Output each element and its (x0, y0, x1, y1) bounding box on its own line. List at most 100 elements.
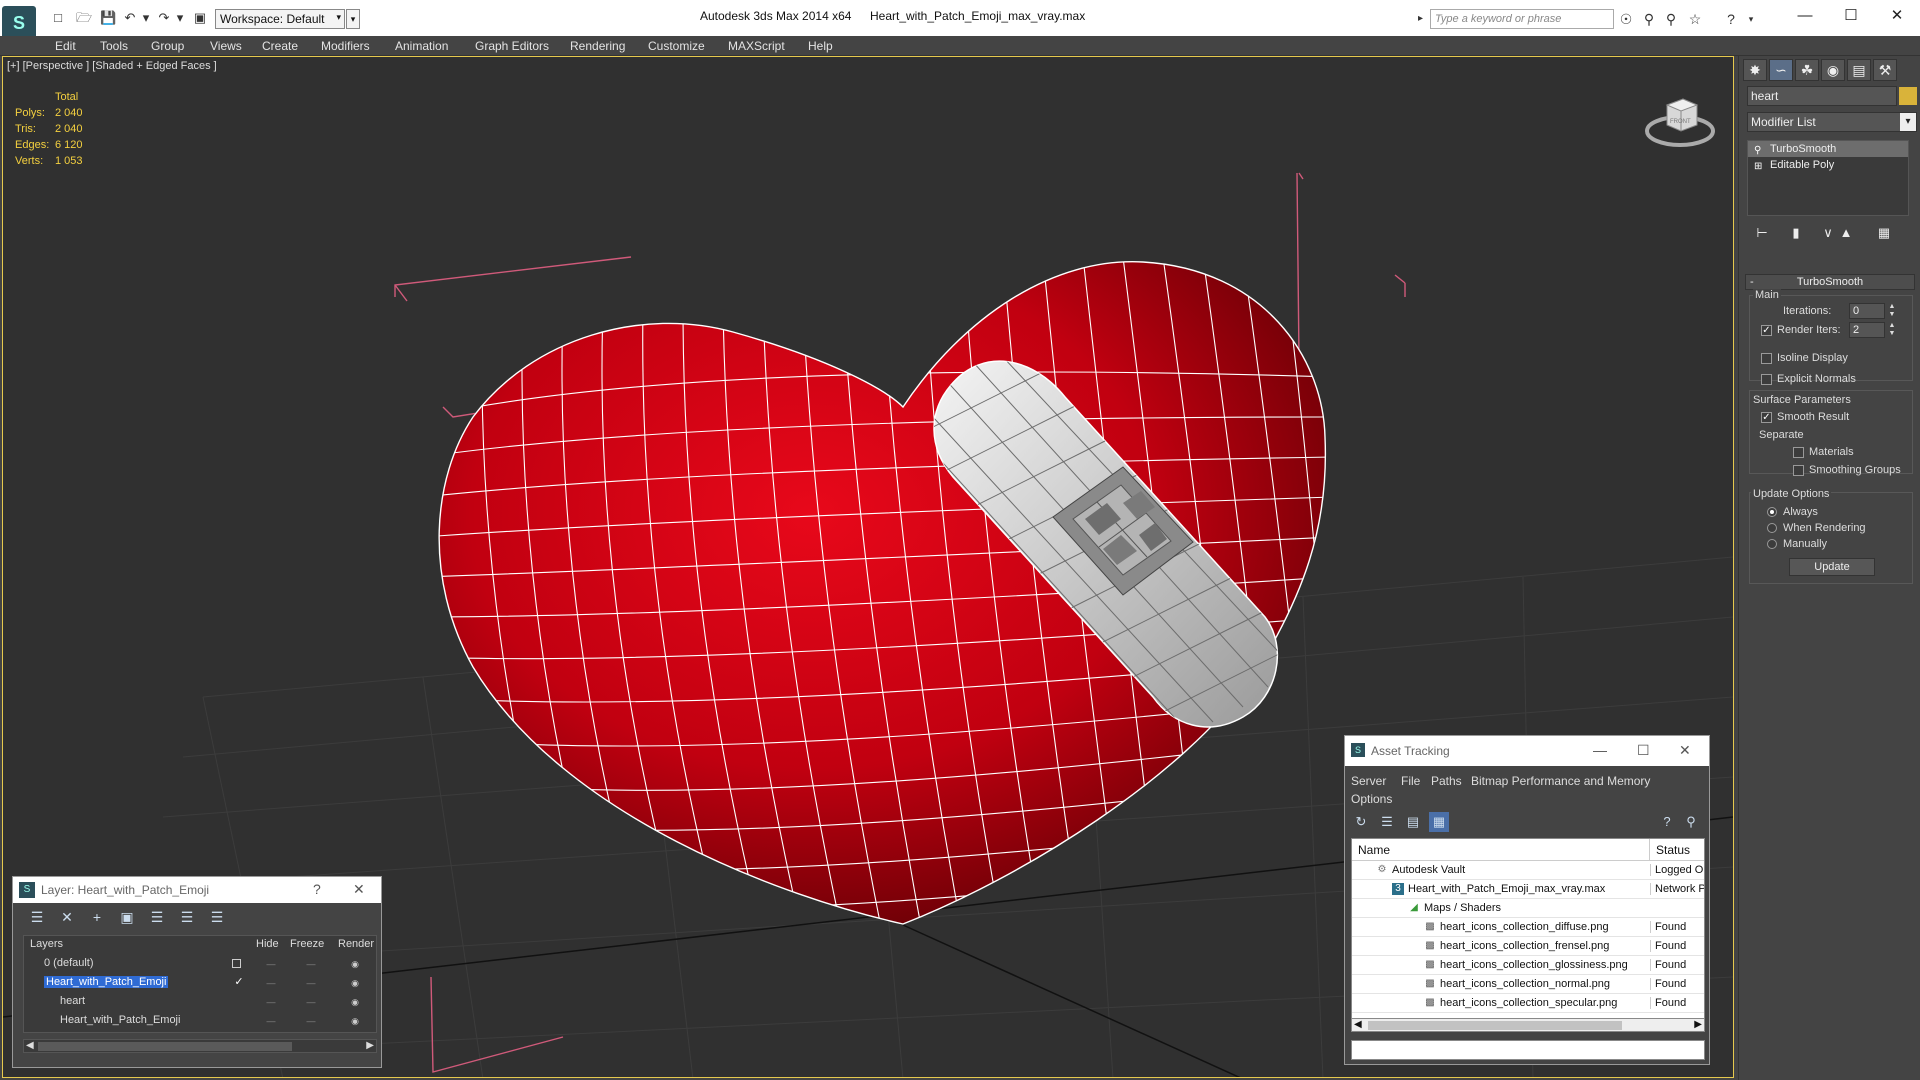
delete-layer-icon[interactable]: ✕ (57, 907, 77, 927)
menu-graph-editors[interactable]: Graph Editors (475, 39, 549, 53)
context-help-icon[interactable]: ⚲ (1681, 812, 1701, 832)
redo-dropdown-icon[interactable]: ▾ (172, 10, 188, 26)
remove-modifier-icon[interactable]: ▲ (1837, 224, 1855, 242)
undo-dropdown-icon[interactable]: ▾ (138, 10, 154, 26)
render-toggle-icon[interactable]: ◉ (348, 1016, 362, 1026)
hide-toggle[interactable]: — (264, 959, 278, 969)
always-radio[interactable] (1767, 507, 1777, 517)
minimize-icon[interactable]: — (1790, 4, 1820, 28)
help-dropdown-icon[interactable]: ▾ (1742, 10, 1760, 28)
close-icon[interactable]: ✕ (1882, 4, 1912, 28)
render-iters-spinner[interactable]: 2 (1849, 322, 1885, 338)
scroll-right-icon[interactable]: ▶ (366, 1040, 374, 1051)
column-header-name[interactable]: Name (1352, 839, 1650, 861)
menu-group[interactable]: Group (151, 39, 184, 53)
menu-paths[interactable]: Paths (1431, 774, 1462, 788)
search-input[interactable]: Type a keyword or phrase (1430, 9, 1614, 29)
undo-icon[interactable]: ↶ (122, 10, 138, 26)
favorites-star-icon[interactable]: ☆ (1686, 10, 1704, 28)
maximize-icon[interactable]: ☐ (1836, 4, 1866, 28)
spinner-arrows-icon[interactable]: ▲ ▼ (1887, 303, 1897, 319)
workspace-dropdown[interactable]: Workspace: Default ▾ (215, 9, 345, 29)
modify-tab-icon[interactable]: ∽ (1769, 59, 1793, 81)
menu-file[interactable]: File (1401, 774, 1420, 788)
object-name-field[interactable]: heart (1747, 86, 1897, 106)
binoculars-icon[interactable]: ☉ (1617, 10, 1635, 28)
scroll-left-icon[interactable]: ◀ (26, 1040, 34, 1051)
asset-row[interactable]: ▩ heart_icons_collection_specular.png Fo… (1352, 994, 1704, 1013)
display-tab-icon[interactable]: ▤ (1847, 59, 1871, 81)
app-logo-icon[interactable]: S (2, 6, 36, 40)
column-header-layers[interactable]: Layers (30, 938, 63, 950)
asset-row[interactable]: ◢ Maps / Shaders (1352, 899, 1704, 918)
list-view-icon[interactable]: ☰ (1377, 812, 1397, 832)
layer-row[interactable]: heart — — ◉ (24, 992, 378, 1011)
layer-row[interactable]: Heart_with_Patch_Emoji ✓ — — ◉ (24, 973, 378, 992)
help-icon[interactable]: ? (1657, 812, 1677, 832)
menu-views[interactable]: Views (210, 39, 242, 53)
checkmark-icon[interactable]: ✓ (232, 975, 246, 988)
viewcube-icon[interactable]: FRONT (1643, 85, 1717, 151)
quick-access-dropdown[interactable]: ▾ (346, 9, 360, 29)
utilities-tab-icon[interactable]: ⚒ (1873, 59, 1897, 81)
close-icon[interactable]: ✕ (1679, 742, 1691, 759)
column-header-render[interactable]: Render (338, 938, 374, 950)
menu-bitmap-performance[interactable]: Bitmap Performance and Memory (1471, 774, 1650, 788)
expand-plus-icon[interactable]: ⊞ (1754, 159, 1762, 175)
spinner-arrows-icon[interactable]: ▲ ▼ (1887, 322, 1897, 338)
viewport-label[interactable]: [+] [Perspective ] [Shaded + Edged Faces… (7, 60, 217, 72)
menu-options[interactable]: Options (1351, 792, 1392, 806)
maximize-icon[interactable]: ☐ (1637, 742, 1650, 759)
help-icon[interactable]: ? (1722, 10, 1740, 28)
explicit-normals-checkbox[interactable] (1761, 374, 1772, 385)
render-iters-checkbox[interactable]: ✓ (1761, 325, 1772, 336)
menu-modifiers[interactable]: Modifiers (321, 39, 370, 53)
asset-row[interactable]: ▩ heart_icons_collection_normal.png Foun… (1352, 975, 1704, 994)
highlight-layer-icon[interactable]: ☰ (147, 907, 167, 927)
hierarchy-tab-icon[interactable]: ☘ (1795, 59, 1819, 81)
smooth-result-checkbox[interactable]: ✓ (1761, 412, 1772, 423)
manually-radio[interactable] (1767, 539, 1777, 549)
add-to-layer-icon[interactable]: + (87, 907, 107, 927)
freeze-toggle[interactable]: — (304, 1016, 318, 1026)
menu-server[interactable]: Server (1351, 774, 1386, 788)
menu-customize[interactable]: Customize (648, 39, 705, 53)
create-tab-icon[interactable]: ✸ (1743, 59, 1767, 81)
layer-horizontal-scrollbar[interactable]: ◀ ▶ (23, 1039, 377, 1053)
select-objects-icon[interactable]: ▣ (117, 907, 137, 927)
materials-checkbox[interactable] (1793, 447, 1804, 458)
isoline-display-checkbox[interactable] (1761, 353, 1772, 364)
detail-view-icon[interactable]: ▤ (1403, 812, 1423, 832)
column-header-status[interactable]: Status (1650, 839, 1704, 861)
configure-sets-icon[interactable]: ▦ (1875, 224, 1893, 242)
minimize-icon[interactable]: — (1593, 742, 1607, 758)
help-icon[interactable]: ? (313, 881, 321, 897)
close-icon[interactable]: ✕ (353, 881, 365, 898)
asset-row[interactable]: ▩ heart_icons_collection_frensel.png Fou… (1352, 937, 1704, 956)
menu-rendering[interactable]: Rendering (570, 39, 625, 53)
hide-all-layers-icon[interactable]: ☰ (177, 907, 197, 927)
asset-row[interactable]: ▩ heart_icons_collection_diffuse.png Fou… (1352, 918, 1704, 937)
freeze-toggle[interactable]: — (304, 959, 318, 969)
motion-tab-icon[interactable]: ◉ (1821, 59, 1845, 81)
render-toggle-icon[interactable]: ◉ (348, 997, 362, 1007)
turbosmooth-rollout-header[interactable]: - TurboSmooth (1745, 274, 1915, 290)
freeze-toggle[interactable]: — (304, 997, 318, 1007)
asset-dialog-titlebar[interactable]: S Asset Tracking — ☐ ✕ (1345, 736, 1709, 766)
communication-center-icon[interactable]: ⚲ (1662, 10, 1680, 28)
iterations-spinner[interactable]: 0 (1849, 303, 1885, 319)
subscription-icon[interactable]: ⚲ (1640, 10, 1658, 28)
modifier-list-dropdown[interactable]: Modifier List ▾ (1747, 112, 1917, 132)
redo-icon[interactable]: ↷ (156, 10, 172, 26)
asset-row[interactable]: ▩ heart_icons_collection_glossiness.png … (1352, 956, 1704, 975)
column-header-hide[interactable]: Hide (256, 938, 279, 950)
update-button[interactable]: Update (1789, 558, 1875, 576)
object-color-swatch[interactable] (1899, 87, 1917, 105)
freeze-all-layers-icon[interactable]: ☰ (207, 907, 227, 927)
stack-item-editable-poly[interactable]: ⊞ Editable Poly (1748, 157, 1908, 173)
show-end-result-icon[interactable]: ▮ (1787, 224, 1805, 242)
menu-create[interactable]: Create (262, 39, 298, 53)
pin-stack-icon[interactable]: ⊢ (1753, 224, 1771, 242)
make-unique-icon[interactable]: ∨ (1819, 224, 1837, 242)
asset-path-field[interactable] (1351, 1040, 1705, 1060)
